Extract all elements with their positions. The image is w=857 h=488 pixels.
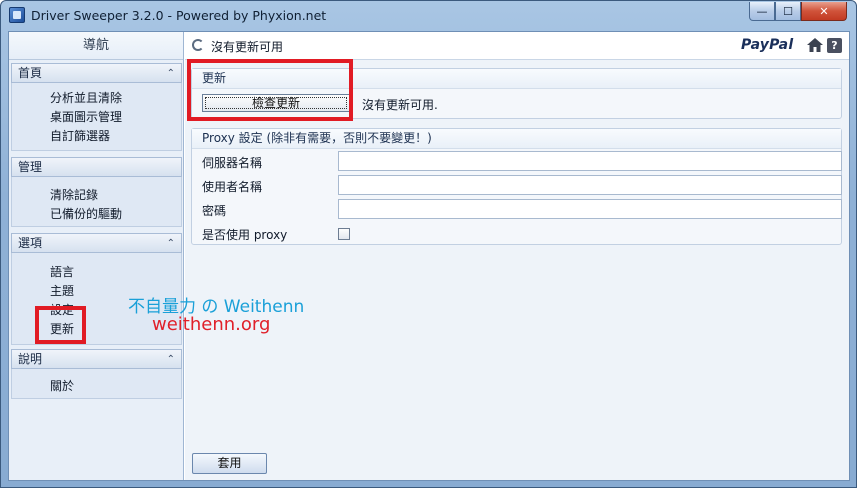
group-body-manage: 清除記錄 已備份的驅動 [11,177,182,227]
sidebar-item-about[interactable]: 關於 [50,377,74,394]
main-header: 沒有更新可用 PayPal ? [185,32,849,60]
group-label: 說明 [18,352,43,366]
proxy-panel-title: Proxy 設定 (除非有需要，否則不要變更！) [192,129,841,149]
password-label: 密碼 [202,204,227,218]
username-input[interactable] [338,175,842,195]
close-button[interactable]: ✕ [801,2,847,21]
chevron-up-icon[interactable]: ⌃ [167,234,175,253]
proxy-panel: Proxy 設定 (除非有需要，否則不要變更！) 伺服器名稱 使用者名稱 密碼 … [191,128,842,245]
paypal-logo[interactable]: PayPal [741,37,793,53]
maximize-button[interactable]: ☐ [775,2,801,21]
minimize-icon: — [756,4,768,18]
refresh-icon [192,39,204,51]
highlight-update-sidebar [35,306,86,344]
app-icon [9,7,25,23]
group-body-home: 分析並且清除 桌面圖示管理 自訂篩選器 [11,83,182,151]
help-icon[interactable]: ? [827,38,842,53]
sidebar-item-clean-log[interactable]: 清除記錄 [50,186,98,203]
sidebar-title: 導航 [9,32,183,60]
apply-button[interactable]: 套用 [192,453,267,474]
sidebar: 導航 首頁 ⌃ 分析並且清除 桌面圖示管理 自訂篩選器 管理 清除記錄 已備份的… [9,32,184,480]
server-name-input[interactable] [338,151,842,171]
sidebar-item-analyze-clean[interactable]: 分析並且清除 [50,89,122,106]
minimize-button[interactable]: — [749,2,775,21]
username-label: 使用者名稱 [202,180,263,194]
chevron-up-icon[interactable]: ⌃ [167,64,175,83]
maximize-icon: ☐ [783,4,793,18]
server-name-label: 伺服器名稱 [202,156,263,170]
window-title: Driver Sweeper 3.2.0 - Powered by Phyxio… [31,8,327,23]
group-label: 管理 [18,160,43,174]
close-icon: ✕ [819,4,829,18]
app-window: Driver Sweeper 3.2.0 - Powered by Phyxio… [0,0,857,488]
group-label: 首頁 [18,66,43,80]
header-status: 沒有更新可用 [211,40,284,54]
sidebar-item-custom-filter[interactable]: 自訂篩選器 [50,127,110,144]
sidebar-item-desktop-icons[interactable]: 桌面圖示管理 [50,108,122,125]
group-body-help: 關於 [11,369,182,399]
group-header-options[interactable]: 選項 ⌃ [11,233,182,253]
title-bar[interactable]: Driver Sweeper 3.2.0 - Powered by Phyxio… [1,1,856,31]
home-icon[interactable] [807,38,823,52]
sidebar-item-language[interactable]: 語言 [50,263,74,280]
chevron-up-icon[interactable]: ⌃ [167,350,175,369]
group-header-home[interactable]: 首頁 ⌃ [11,63,182,83]
highlight-update-box [187,59,353,121]
client-area: 導航 首頁 ⌃ 分析並且清除 桌面圖示管理 自訂篩選器 管理 清除記錄 已備份的… [8,31,850,481]
group-header-manage[interactable]: 管理 [11,157,182,177]
sidebar-item-backup-drivers[interactable]: 已備份的驅動 [50,205,122,222]
sidebar-item-theme[interactable]: 主題 [50,282,74,299]
group-header-help[interactable]: 說明 ⌃ [11,349,182,369]
password-input[interactable] [338,199,842,219]
use-proxy-label: 是否使用 proxy [202,228,288,242]
watermark-line2: weithenn.org [152,314,271,335]
group-label: 選項 [18,236,43,250]
update-status-text: 沒有更新可用. [362,98,438,112]
use-proxy-checkbox[interactable] [338,228,350,240]
